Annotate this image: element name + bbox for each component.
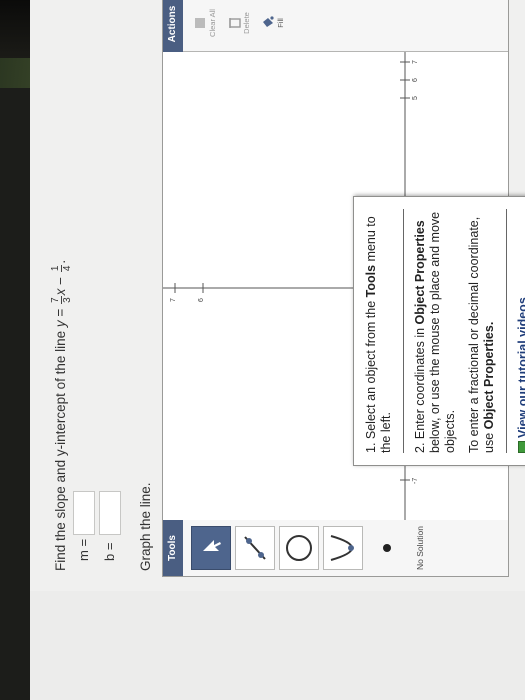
tool-select[interactable] [191,526,231,570]
video-icon [517,441,525,453]
parabola-tool-icon [330,535,354,561]
tutorial-row: View our tutorial videos [516,209,525,453]
x-tick-left-1: -7 [412,477,419,484]
tool-parabola[interactable] [323,526,363,570]
tool-point[interactable] [367,526,407,570]
y-tick-top-2: 6 [198,298,205,302]
x-tick-right-3: 7 [412,60,419,64]
y-tick-top-1: 7 [170,298,177,302]
tool-line[interactable] [235,526,275,570]
screen: Find the slope and y-intercept of the li… [30,0,525,700]
tools-panel: No Solution [183,519,508,576]
tutorial-videos-link[interactable]: View our tutorial videos [516,297,525,438]
equals-sign: = [53,308,69,317]
help-popover: 1. Select an object from the Tools menu … [353,196,525,466]
point-tool-icon [383,544,391,552]
fraction-intercept: 14 [50,264,73,273]
graph-instruction: Graph the line. [138,482,153,571]
fraction-slope: 73 [50,296,73,304]
var-x: x [53,288,69,296]
clear-all-icon [195,18,205,28]
help-step-1: 1. Select an object from the Tools menu … [364,216,393,453]
tool-circle[interactable] [279,526,319,570]
help-step-2: 2. Enter coordinates in Object Propertie… [413,211,457,453]
help-divider-1 [403,209,404,453]
m-label: m = [76,538,91,561]
minus-sign: − [53,276,69,285]
question-prefix: Find the slope and y-intercept of the li… [53,330,69,571]
clear-all-label: Clear All [208,9,217,37]
x-tick-right-2: 6 [412,78,419,82]
b-input[interactable] [99,491,121,535]
actions-header: Actions [163,0,183,52]
no-solution-button[interactable]: No Solution [415,524,425,572]
circle-tool-icon [286,535,312,561]
period: . [53,259,69,264]
arrow-cursor-icon [203,540,221,551]
actions-panel: Clear All Delete Fill [183,0,508,52]
question-text: Find the slope and y-intercept of the li… [50,260,73,571]
help-fraction-tip: To enter a fractional or decimal coordin… [467,216,496,453]
help-divider-2 [506,209,507,453]
x-tick-right-1: 5 [412,96,419,100]
tools-header: Tools [163,520,183,576]
clear-all-button[interactable]: Clear All [193,1,217,45]
delete-button[interactable]: Delete [227,1,251,45]
trash-icon [229,18,241,28]
fill-label: Fill [276,18,285,28]
m-input[interactable] [73,491,95,535]
b-label: b = [102,542,117,561]
paint-bucket-icon [263,16,274,27]
delete-label: Delete [242,12,251,34]
var-y: y [53,320,69,328]
rotated-content: Find the slope and y-intercept of the li… [30,0,525,591]
fill-button[interactable]: Fill [261,1,285,45]
line-tool-icon [244,536,266,560]
graph-widget: Tools No Solution -7 5 6 7 7 6 1. Select… [162,0,525,577]
